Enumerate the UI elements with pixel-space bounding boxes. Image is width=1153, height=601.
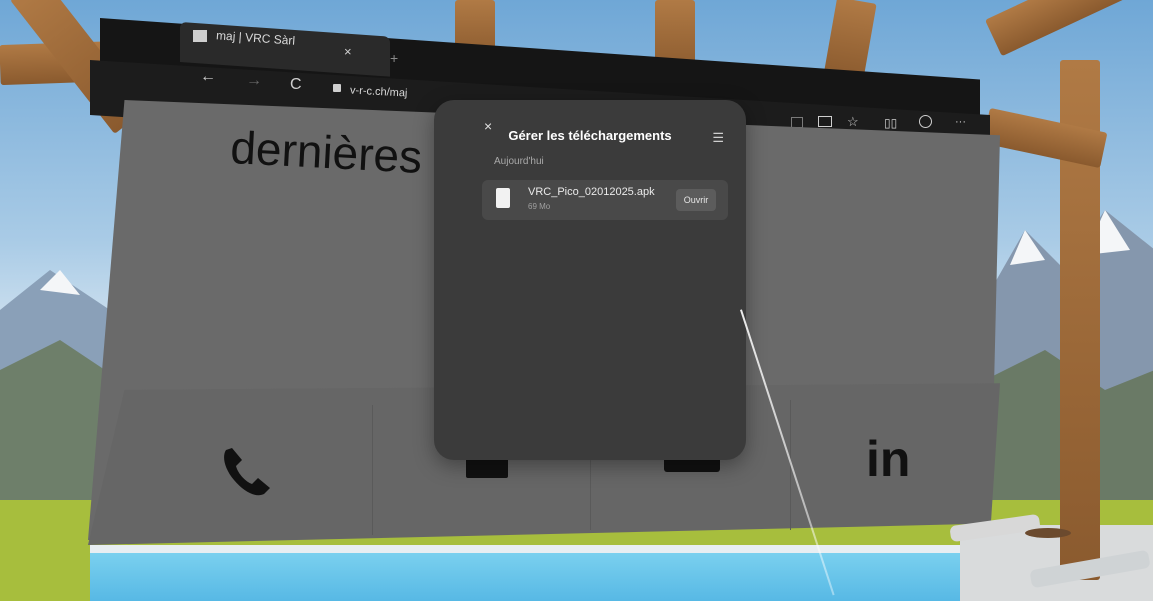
panel-title: Gérer les téléchargements (508, 128, 672, 143)
download-size: 69 Mo (528, 202, 551, 211)
section-label: Aujourd'hui (494, 156, 544, 167)
divider (372, 405, 373, 535)
download-filename: VRC_Pico_02012025.apk (528, 186, 655, 198)
reader-mode-icon[interactable] (791, 117, 803, 128)
pool (90, 545, 990, 601)
phone-icon[interactable] (220, 446, 274, 498)
bookmarks-book-icon[interactable]: ▯▯ (884, 116, 897, 130)
desktop-mode-icon[interactable] (818, 116, 832, 127)
download-manager-panel: × Gérer les téléchargements ☰ Aujourd'hu… (434, 100, 746, 460)
site-favicon (193, 30, 207, 42)
page-headline: dernières f (229, 120, 449, 185)
bookmark-star-icon[interactable]: ☆ (847, 114, 859, 130)
download-item[interactable]: VRC_Pico_02012025.apk 69 Mo Ouvrir (482, 180, 728, 220)
new-tab-icon[interactable]: + (390, 50, 398, 66)
tab-close-icon[interactable]: × (344, 44, 352, 59)
back-icon[interactable]: ← (200, 68, 216, 86)
linkedin-icon[interactable]: in (866, 430, 910, 488)
open-button[interactable]: Ouvrir (676, 189, 716, 211)
download-icon[interactable] (919, 115, 932, 128)
side-table (1025, 528, 1071, 538)
forward-icon[interactable]: → (246, 72, 262, 90)
lock-icon (333, 84, 341, 92)
more-menu-icon[interactable]: ··· (955, 116, 966, 128)
vr-scene: maj | VRC Sàrl × + ← → C v-r-c.ch/maj ☆ … (0, 0, 1153, 601)
reload-icon[interactable]: C (290, 76, 302, 94)
list-view-icon[interactable]: ☰ (712, 130, 724, 146)
file-icon (496, 188, 510, 208)
